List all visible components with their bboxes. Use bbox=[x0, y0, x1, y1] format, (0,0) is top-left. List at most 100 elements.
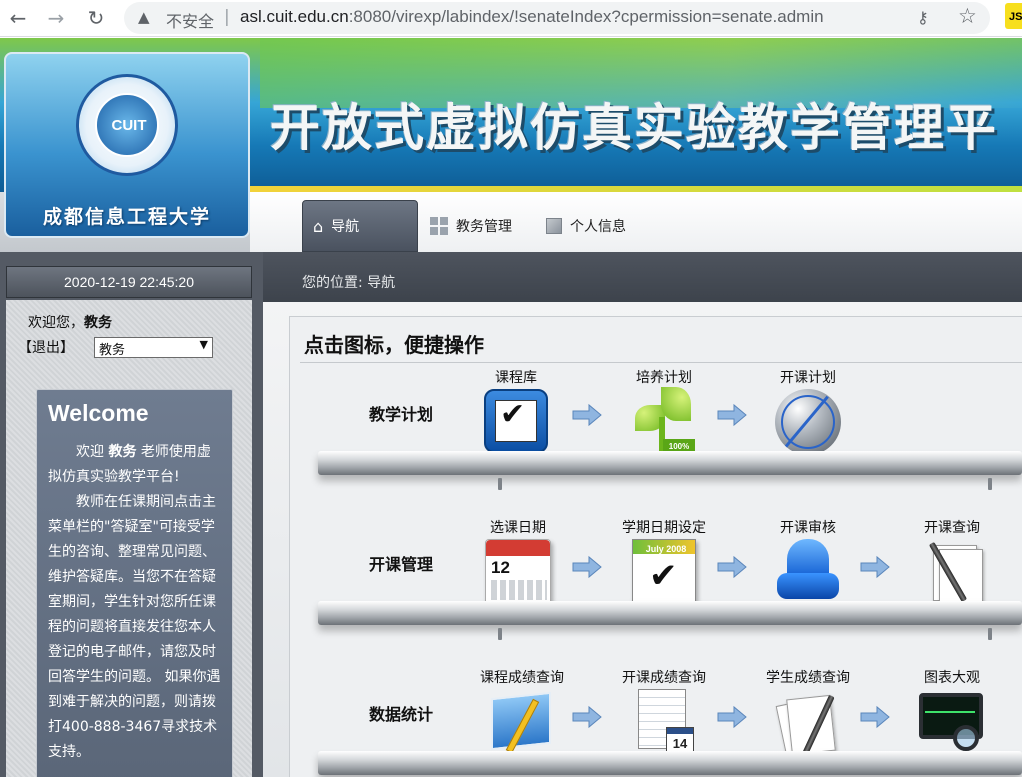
tab-personal-info-label: 个人信息 bbox=[570, 219, 626, 235]
globe-icon[interactable] bbox=[775, 389, 841, 455]
drawing-board-icon[interactable] bbox=[487, 689, 557, 759]
calendar-header bbox=[486, 540, 550, 556]
university-seal: CUIT bbox=[76, 74, 178, 176]
url-host: asl.cuit.edu.cn bbox=[240, 7, 349, 26]
arrow-right-icon bbox=[572, 705, 602, 729]
arrow-right-icon bbox=[717, 403, 747, 427]
course-library-item[interactable]: 课程库 ✔ bbox=[461, 367, 571, 453]
course-review-label: 开课审核 bbox=[780, 520, 836, 536]
course-query-item[interactable]: 开课查询 bbox=[897, 517, 1007, 609]
tab-personal-info[interactable]: 个人信息 bbox=[536, 200, 646, 252]
reload-icon[interactable]: ↻ bbox=[82, 4, 110, 32]
student-grade-query-label: 学生成绩查询 bbox=[766, 670, 850, 686]
arrow-right-icon bbox=[860, 555, 890, 579]
shelf-peg bbox=[498, 478, 502, 490]
offering-grade-query-label: 开课成绩查询 bbox=[622, 670, 706, 686]
monitor-magnifier-icon[interactable] bbox=[917, 689, 987, 759]
shelf-peg bbox=[988, 478, 992, 490]
chair-seat bbox=[777, 573, 839, 599]
grid-icon bbox=[430, 217, 448, 235]
chart-overview-item[interactable]: 图表大观 bbox=[897, 667, 1007, 759]
seal-text: CUIT bbox=[111, 117, 147, 134]
semester-date-setting-label: 学期日期设定 bbox=[622, 520, 706, 536]
row-label-teaching-plan: 教学计划 bbox=[369, 405, 434, 424]
site-title: 开放式虚拟仿真实验教学管理平 bbox=[270, 98, 998, 157]
course-offering-plan-item[interactable]: 开课计划 bbox=[753, 367, 863, 455]
url-text[interactable]: asl.cuit.edu.cn:8080/virexp/labindex/!se… bbox=[240, 7, 824, 27]
row-label-course-management: 开课管理 bbox=[369, 555, 434, 574]
welcome-p1-name: 教务 bbox=[108, 444, 137, 460]
course-grade-query-item[interactable]: 课程成绩查询 bbox=[467, 667, 577, 759]
url-path: :8080/virexp/labindex/!senateIndex?cperm… bbox=[348, 7, 824, 26]
course-selection-date-label: 选课日期 bbox=[490, 520, 546, 536]
calendar2-checkmark: ✔ bbox=[649, 556, 678, 596]
address-separator: | bbox=[224, 7, 230, 27]
shelf bbox=[318, 451, 1022, 475]
leaf-right bbox=[661, 387, 691, 421]
arrow-right-icon bbox=[860, 705, 890, 729]
university-name: 成都信息工程大学 bbox=[42, 206, 211, 228]
checkbox-icon[interactable]: ✔ bbox=[484, 389, 548, 453]
welcome-paragraph-1: 欢迎 教务 老师使用虚拟仿真实验教学平台! bbox=[48, 440, 224, 490]
course-selection-date-item[interactable]: 选课日期 12 bbox=[463, 517, 573, 605]
address-bar[interactable]: ▲ 不安全 | asl.cuit.edu.cn:8080/virexp/labi… bbox=[124, 2, 990, 34]
chart-overview-label: 图表大观 bbox=[924, 670, 980, 686]
arrow-right-icon bbox=[717, 555, 747, 579]
welcome-paragraph-2: 教师在任课期间点击主菜单栏的"答疑室"可接受学生的咨询、整理常见问题、维护答疑库… bbox=[48, 494, 221, 760]
course-review-item[interactable]: 开课审核 bbox=[753, 517, 863, 605]
calendar-icon[interactable]: 12 bbox=[485, 539, 551, 605]
shelf bbox=[318, 601, 1022, 625]
university-logo[interactable]: CUIT 成都信息工程大学 bbox=[4, 52, 250, 238]
breadcrumb: 您的位置: 导航 bbox=[302, 275, 396, 291]
tab-navigation[interactable]: ⌂ 导航 bbox=[302, 200, 418, 252]
checkmark-glyph: ✔ bbox=[500, 397, 526, 432]
offering-grade-query-item[interactable]: 开课成绩查询 14 bbox=[609, 667, 719, 759]
back-arrow-icon[interactable]: ← bbox=[4, 4, 32, 32]
tab-academic-affairs[interactable]: 教务管理 bbox=[420, 200, 530, 252]
datetime-display: 2020-12-19 22:45:20 bbox=[6, 266, 252, 298]
armchair-icon[interactable] bbox=[771, 539, 845, 605]
logout-link[interactable]: 【退出】 bbox=[18, 337, 74, 357]
greeting-text: 欢迎您， bbox=[28, 315, 84, 331]
title-divider bbox=[300, 362, 1022, 363]
training-plan-item[interactable]: 培养计划 100% bbox=[609, 367, 719, 463]
welcome-p1-prefix: 欢迎 bbox=[76, 444, 109, 460]
monitor-wave bbox=[925, 711, 975, 713]
semester-date-setting-item[interactable]: 学期日期设定 July 2008 ✔ bbox=[609, 517, 719, 605]
warning-triangle-icon[interactable]: ▲ bbox=[138, 8, 150, 26]
course-library-label: 课程库 bbox=[495, 370, 537, 386]
calendar2-header: July 2008 bbox=[633, 540, 695, 554]
security-label[interactable]: 不安全 bbox=[166, 8, 214, 32]
arrow-right-icon bbox=[572, 403, 602, 427]
calendar-grid bbox=[491, 580, 547, 600]
calendar-day: 12 bbox=[491, 558, 510, 577]
shelf bbox=[318, 751, 1022, 775]
home-icon: ⌂ bbox=[313, 216, 324, 236]
documents-pen-icon[interactable] bbox=[775, 689, 841, 761]
magnifier-lens bbox=[953, 725, 979, 751]
role-select-value: 教务 bbox=[99, 343, 126, 358]
key-icon[interactable]: ⚷ bbox=[917, 8, 929, 27]
training-plan-label: 培养计划 bbox=[636, 370, 692, 386]
spreadsheet-calendar-icon[interactable]: 14 bbox=[632, 689, 696, 759]
welcome-title: Welcome bbox=[48, 400, 149, 426]
course-query-label: 开课查询 bbox=[924, 520, 980, 536]
role-select[interactable]: 教务 ▼ bbox=[94, 337, 213, 358]
forward-arrow-icon[interactable]: → bbox=[42, 4, 70, 32]
document-pen-icon[interactable] bbox=[919, 539, 985, 609]
student-grade-query-item[interactable]: 学生成绩查询 bbox=[753, 667, 863, 761]
shelf-peg bbox=[988, 628, 992, 640]
extension-icon[interactable]: JS bbox=[1005, 3, 1022, 29]
shelf-peg bbox=[498, 628, 502, 640]
chevron-down-icon: ▼ bbox=[199, 338, 208, 351]
user-name: 教务 bbox=[84, 315, 112, 331]
tab-academic-affairs-label: 教务管理 bbox=[456, 219, 512, 235]
seal-center: CUIT bbox=[95, 93, 159, 157]
browser-toolbar: ← → ↻ ▲ 不安全 | asl.cuit.edu.cn:8080/virex… bbox=[0, 0, 1022, 37]
star-icon[interactable]: ☆ bbox=[958, 4, 977, 28]
panel-title: 点击图标，便捷操作 bbox=[304, 333, 484, 357]
arrow-right-icon bbox=[572, 555, 602, 579]
arrow-right-icon bbox=[717, 705, 747, 729]
calendar-check-icon[interactable]: July 2008 ✔ bbox=[632, 539, 696, 605]
row-label-data-statistics: 数据统计 bbox=[369, 705, 434, 724]
